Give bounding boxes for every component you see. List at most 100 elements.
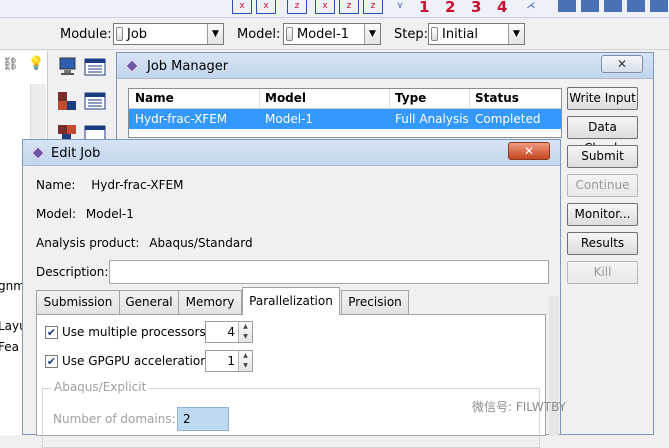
spin-icon — [286, 27, 293, 41]
watermark-text: 微信号: FILWTBY — [472, 400, 566, 414]
chevron-down-icon[interactable]: ▼ — [364, 24, 380, 44]
edit-job-dialog: Edit Job ✕ Name: Hydr-frac-XFEM Model: M… — [22, 139, 561, 448]
submit-button[interactable]: Submit — [567, 145, 638, 168]
spin-icon — [431, 27, 438, 41]
tree-icon[interactable]: ⋌ — [521, 0, 541, 14]
column-divider — [389, 89, 390, 109]
constraint-zz-icon[interactable]: z — [339, 0, 359, 14]
toolbar-num-3[interactable]: 3 — [471, 0, 481, 16]
table-row[interactable]: Hydr-frac-XFEM Model-1 Full Analysis Com… — [129, 109, 561, 129]
constraint-x2-icon[interactable]: x — [315, 0, 335, 14]
description-row: Description: — [36, 265, 108, 279]
top-toolbar: x x z x z z ⋎ 1 2 3 4 ⋌ — [0, 0, 669, 18]
kill-button[interactable]: Kill — [567, 261, 638, 284]
module-label: Module: — [60, 27, 112, 42]
constraint-x-icon[interactable]: x — [232, 0, 252, 14]
description-input[interactable] — [109, 260, 549, 284]
parallelization-panel: ✔ Use multiple processors 4 ▲ ▼ ✔ Use GPG… — [36, 314, 546, 448]
analysis-product-value: Abaqus/Standard — [149, 236, 253, 250]
close-button[interactable]: ✕ — [601, 55, 643, 73]
spin-icon — [116, 27, 123, 41]
name-label: Name: — [36, 178, 76, 192]
job-type-cell: Full Analysis — [395, 112, 469, 126]
column-header-model[interactable]: Model — [265, 91, 306, 105]
domains-input[interactable]: 2 — [177, 407, 229, 431]
processors-value: 4 — [227, 325, 235, 339]
column-divider — [259, 89, 260, 109]
table-header: Name Model Type Status — [129, 89, 561, 109]
gpgpu-label: Use GPGPU acceleration — [62, 354, 208, 368]
gpgpu-spinner[interactable]: 1 ▲ ▼ — [205, 350, 253, 372]
tab-general[interactable]: General — [119, 290, 179, 314]
job-list-icon[interactable] — [84, 57, 106, 77]
column-divider — [469, 89, 470, 109]
constraint-z-icon[interactable]: z — [287, 0, 307, 14]
adaptivity-icon[interactable] — [57, 91, 79, 111]
view-icon-1[interactable] — [558, 0, 576, 12]
name-value: Hydr-frac-XFEM — [91, 178, 184, 192]
view-icon-5[interactable] — [650, 0, 668, 12]
tab-submission[interactable]: Submission — [36, 290, 120, 314]
constraint-xx-icon[interactable]: x — [256, 0, 276, 14]
write-input-button[interactable]: Write Input — [567, 87, 638, 110]
description-label: Description: — [36, 265, 109, 279]
data-check-button[interactable]: Data Check — [567, 116, 638, 155]
monitor-computer-icon[interactable] — [57, 57, 79, 77]
column-header-name[interactable]: Name — [135, 91, 174, 105]
axis-icon[interactable]: ⋎ — [390, 0, 410, 14]
processors-spinner[interactable]: 4 ▲ ▼ — [205, 321, 253, 343]
chevron-down-icon[interactable]: ▼ — [508, 24, 524, 44]
job-name-cell: Hydr-frac-XFEM — [135, 112, 228, 126]
results-button[interactable]: Results — [567, 232, 638, 255]
adaptivity-list-icon[interactable] — [84, 91, 106, 111]
module-select[interactable]: Job ▼ — [113, 23, 224, 45]
analysis-product-label: Analysis product: — [36, 236, 140, 250]
context-bar: Module: Job ▼ Model: Model-1 ▼ Step: Ini… — [0, 18, 669, 50]
tab-memory[interactable]: Memory — [178, 290, 242, 314]
close-button[interactable]: ✕ — [508, 142, 550, 160]
model-label: Model: — [36, 207, 77, 221]
continue-button[interactable]: Continue — [567, 174, 638, 197]
multiple-processors-checkbox[interactable]: ✔ — [45, 326, 58, 339]
tree-tool-icon[interactable]: ⛓ — [2, 57, 19, 72]
view-icon-3[interactable] — [604, 0, 622, 12]
model-value: Model-1 — [85, 207, 134, 221]
job-model-cell: Model-1 — [265, 112, 313, 126]
module-value: Job — [127, 27, 148, 42]
edit-job-title: Edit Job — [51, 146, 101, 161]
tab-parallelization[interactable]: Parallelization — [242, 287, 340, 315]
name-row: Name: Hydr-frac-XFEM — [36, 178, 183, 192]
monitor-button[interactable]: Monitor... — [567, 203, 638, 226]
step-label: Step: — [394, 27, 428, 42]
multiple-processors-label: Use multiple processors — [62, 325, 206, 339]
view-icon-2[interactable] — [581, 0, 599, 12]
spinner-arrows-icon[interactable]: ▲ ▼ — [238, 351, 252, 371]
edit-job-titlebar[interactable]: Edit Job ✕ — [23, 140, 560, 166]
column-header-status[interactable]: Status — [475, 91, 519, 105]
toolbar-num-1[interactable]: 1 — [419, 0, 429, 16]
view-icon-4[interactable] — [627, 0, 645, 12]
spinner-arrows-icon[interactable]: ▲ ▼ — [238, 322, 252, 342]
abaqus-logo-icon — [30, 145, 46, 161]
abaqus-explicit-label: Abaqus/Explicit — [51, 380, 150, 394]
tree-text-fragment: Fea — [0, 340, 19, 354]
job-manager-title: Job Manager — [147, 59, 229, 74]
job-manager-titlebar[interactable]: Job Manager ✕ — [117, 53, 653, 79]
toolbar-num-2[interactable]: 2 — [445, 0, 455, 16]
step-select[interactable]: Initial ▼ — [428, 23, 525, 45]
toolbar-num-4[interactable]: 4 — [497, 0, 507, 16]
model-select[interactable]: Model-1 ▼ — [283, 23, 381, 45]
domains-label: Number of domains: — [53, 412, 176, 426]
lightbulb-icon[interactable]: 💡 — [28, 56, 44, 71]
product-row: Analysis product: Abaqus/Standard — [36, 236, 253, 250]
constraint-z2-icon[interactable]: z — [363, 0, 383, 14]
column-header-type[interactable]: Type — [395, 91, 426, 105]
chevron-down-icon[interactable]: ▼ — [207, 24, 223, 44]
jobs-table: Name Model Type Status Hydr-frac-XFEM Mo… — [128, 88, 562, 138]
gpgpu-checkbox[interactable]: ✔ — [45, 355, 58, 368]
job-status-cell: Completed — [475, 112, 541, 126]
step-value: Initial — [442, 27, 478, 42]
dialog-scrollbar[interactable] — [549, 296, 559, 436]
tab-precision[interactable]: Precision — [341, 290, 409, 314]
abaqus-logo-icon — [124, 58, 140, 74]
